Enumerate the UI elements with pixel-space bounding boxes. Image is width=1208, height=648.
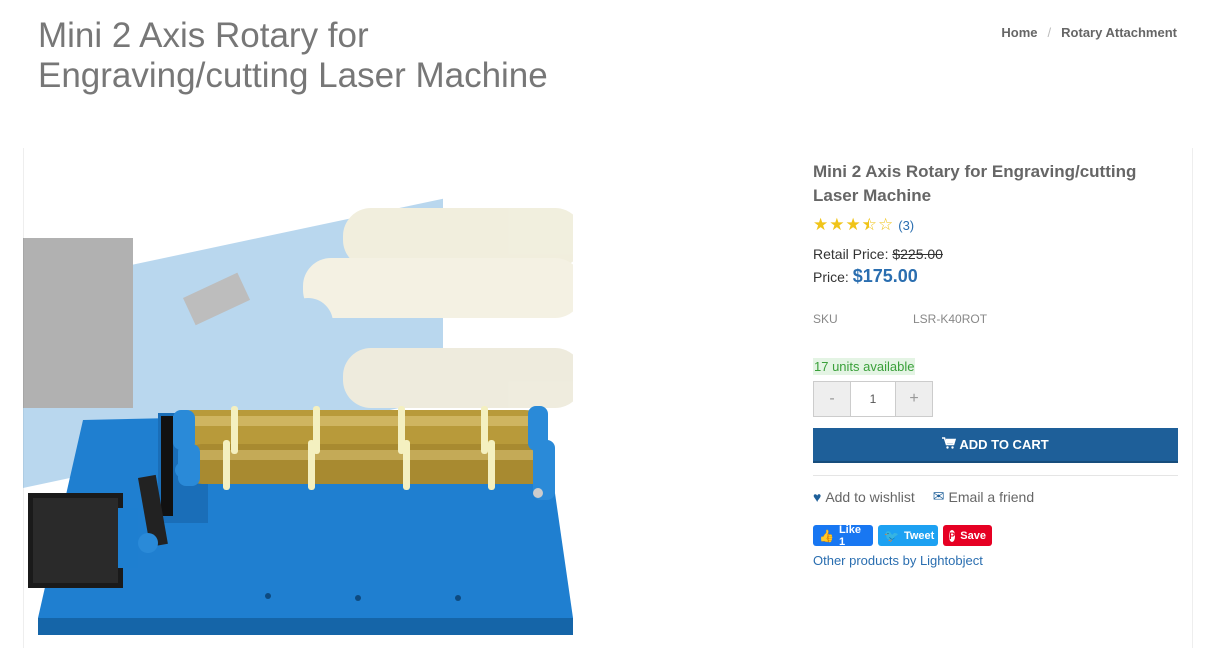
retail-price: Retail Price: $225.00 [813,246,1178,262]
breadcrumb-separator: / [1047,25,1052,40]
star-full-icon: ★ [845,215,861,234]
wishlist-label: Add to wishlist [825,488,915,505]
star-full-icon: ★ [813,215,829,234]
add-to-wishlist-link[interactable]: ♥ Add to wishlist [813,488,915,505]
social-buttons: 👍 Like 1 🐦 Tweet P Save [813,523,1178,548]
sku-label: SKU [813,312,838,326]
product-actions: ♥ Add to wishlist ✉ Email a friend [813,488,1178,505]
like-label: Like 1 [838,523,861,548]
product-info: Mini 2 Axis Rotary for Engraving/cutting… [813,160,1178,568]
price: Price: $175.00 [813,266,1178,287]
other-products-link[interactable]: Other products by Lightobject [813,553,1178,568]
tweet-label: Tweet [903,529,935,542]
save-label: Save [960,529,986,542]
qty-input[interactable]: 1 [851,381,895,417]
sku-value: LSR-K40ROT [913,312,988,326]
breadcrumb: Home / Rotary Attachment [1001,25,1177,40]
product-name: Mini 2 Axis Rotary for Engraving/cutting… [813,162,1137,205]
price-label: Price: [813,269,849,285]
add-to-cart-label: ADD TO CART [959,437,1049,452]
retail-price-label: Retail Price: [813,246,889,262]
add-to-cart-button[interactable]: ADD TO CART [813,428,1178,463]
email-friend-label: Email a friend [948,488,1035,505]
product-image[interactable] [23,148,573,635]
price-value: $175.00 [852,266,918,286]
sku-row: SKU LSR-K40ROT [813,312,1178,326]
tweet-button[interactable]: 🐦 Tweet [878,525,938,546]
twitter-bird-icon: 🐦 [884,528,899,543]
envelope-icon: ✉ [932,488,945,504]
stock-status: 17 units available [813,358,916,375]
divider [813,475,1178,476]
breadcrumb-rotary-attachment[interactable]: Rotary Attachment [1061,25,1177,40]
star-empty-icon: ☆ [878,215,894,234]
email-friend-link[interactable]: ✉ Email a friend [933,488,1034,505]
rating: ★ ★ ★ ☆ ★ ☆ (3) [813,216,1178,234]
qty-minus-button[interactable]: - [813,381,851,417]
heart-icon: ♥ [813,488,822,505]
star-half-icon: ☆ ★ [861,215,877,234]
pinterest-save-button[interactable]: P Save [943,525,992,546]
quantity-stepper: - 1 + [813,381,1178,417]
review-count-link[interactable]: (3) [898,218,914,233]
retail-price-value: $225.00 [892,246,943,262]
shopping-cart-icon [942,437,957,452]
facebook-like-button[interactable]: 👍 Like 1 [813,523,873,548]
breadcrumb-home[interactable]: Home [1001,25,1037,40]
page-title: Mini 2 Axis Rotary for Engraving/cutting… [38,16,548,95]
qty-plus-button[interactable]: + [895,381,933,417]
pinterest-icon: P [949,529,956,542]
thumbs-up-icon: 👍 [819,528,834,543]
star-full-icon: ★ [829,215,845,234]
